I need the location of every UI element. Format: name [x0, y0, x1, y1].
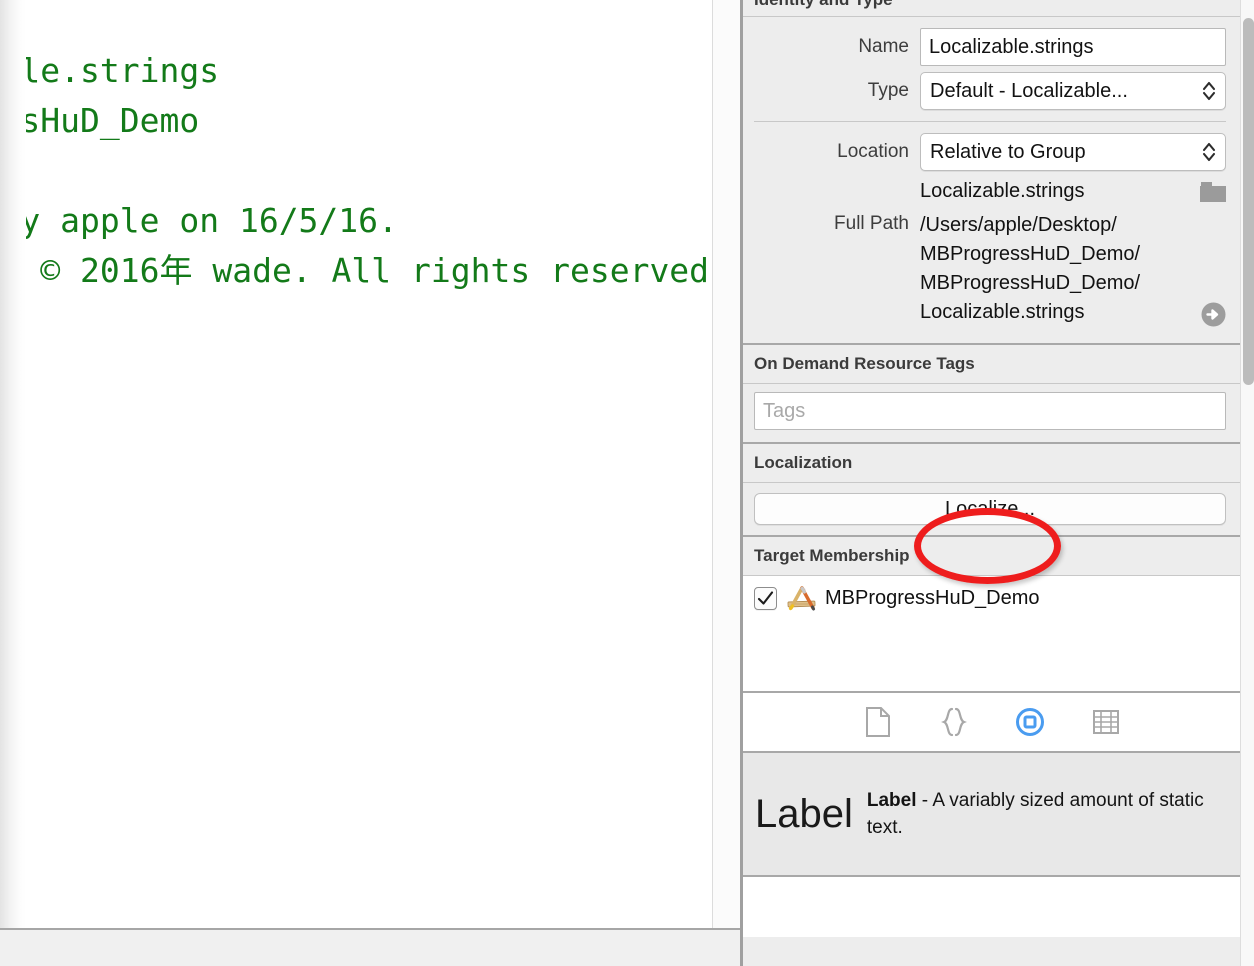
library-list[interactable]: [743, 877, 1240, 937]
location-row: Location Relative to Group: [743, 130, 1240, 174]
full-path-line: /Users/apple/Desktop/: [920, 214, 1117, 236]
library-selector-bar: [743, 693, 1240, 751]
code-snippet-library-icon[interactable]: [939, 707, 969, 737]
type-popup-value: Default - Localizable...: [930, 80, 1128, 102]
full-path-line: MBProgressHuD_Demo/: [920, 272, 1141, 294]
localize-button[interactable]: Localize...: [754, 493, 1226, 525]
folder-icon[interactable]: [1200, 181, 1226, 202]
target-row[interactable]: MBProgressHuD_Demo: [743, 583, 1240, 613]
identity-and-type-body: Name Localizable.strings Type Default - …: [743, 17, 1240, 343]
localization-title: Localization: [743, 444, 1240, 482]
full-path-label: Full Path: [834, 213, 909, 234]
media-library-icon[interactable]: [1091, 707, 1121, 737]
xcode-target-icon: [787, 585, 817, 611]
identity-and-type-title: Identity and Type: [754, 0, 893, 10]
library-preview-description: Label - A variably sized amount of stati…: [867, 787, 1219, 841]
file-template-library-icon[interactable]: [863, 707, 893, 737]
name-label: Name: [858, 36, 909, 57]
location-popup-value: Relative to Group: [930, 141, 1086, 163]
inspector-scrollbar-thumb[interactable]: [1243, 18, 1254, 385]
location-label: Location: [837, 141, 909, 162]
chevron-up-down-icon: [1202, 80, 1216, 102]
source-code-text: ...Localizable.strings ...MBProgressHuD_…: [0, 51, 712, 290]
target-checkbox[interactable]: [754, 586, 777, 610]
type-popup-button[interactable]: Default - Localizable...: [920, 72, 1226, 110]
location-popup-button[interactable]: Relative to Group: [920, 133, 1226, 171]
identity-and-type-header: Identity and Type: [743, 0, 1240, 16]
library-item-preview[interactable]: Label Label - A variably sized amount of…: [743, 753, 1240, 875]
full-path-line: MBProgressHuD_Demo/: [920, 243, 1141, 265]
library-preview-glyph: Label: [755, 791, 853, 836]
type-label: Type: [867, 80, 909, 101]
full-path-line: Localizable.strings: [920, 301, 1085, 323]
editor-status-bar: [0, 930, 740, 966]
source-editor[interactable]: ...Localizable.strings ...MBProgressHuD_…: [0, 0, 712, 928]
editor-vertical-scrollbar[interactable]: [712, 0, 741, 928]
name-input[interactable]: Localizable.strings: [920, 28, 1226, 66]
reveal-in-finder-arrow-icon[interactable]: [1201, 302, 1226, 327]
target-name: MBProgressHuD_Demo: [825, 586, 1040, 609]
library-preview-title: Label: [866, 790, 917, 811]
chevron-up-down-icon: [1202, 141, 1216, 163]
object-library-icon[interactable]: [1015, 707, 1045, 737]
library-preview-separator: -: [916, 790, 933, 811]
file-inspector-panel: Identity and Type Name Localizable.strin…: [743, 0, 1254, 966]
full-path-value: /Users/apple/Desktop/ MBProgressHuD_Demo…: [920, 211, 1140, 327]
location-file-row: Localizable.strings: [743, 174, 1240, 205]
odr-tags-body: Tags: [743, 384, 1240, 442]
target-membership-title: Target Membership: [743, 537, 1240, 575]
localization-body: Localize...: [743, 483, 1240, 535]
location-file-name: Localizable.strings: [920, 180, 1085, 202]
on-demand-resource-tags-title: On Demand Resource Tags: [743, 345, 1240, 383]
target-membership-list: MBProgressHuD_Demo: [743, 576, 1240, 691]
type-row: Type Default - Localizable...: [743, 69, 1240, 113]
odr-tags-input[interactable]: Tags: [754, 392, 1226, 430]
name-row: Name Localizable.strings: [743, 25, 1240, 69]
full-path-row: Full Path /Users/apple/Desktop/ MBProgre…: [743, 205, 1240, 329]
